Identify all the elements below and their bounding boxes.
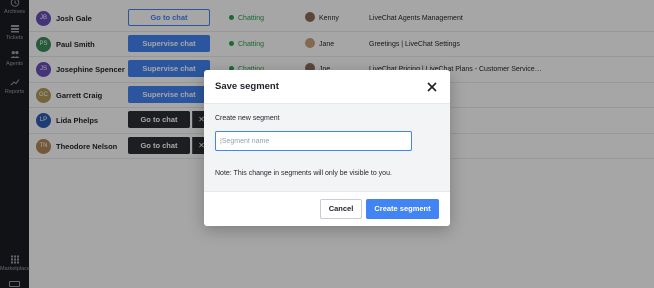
- cancel-button[interactable]: Cancel: [320, 199, 362, 219]
- dialog-title: Save segment: [215, 81, 279, 92]
- dialog-header: Save segment: [204, 70, 450, 104]
- segment-name-input[interactable]: [215, 131, 412, 151]
- create-segment-button[interactable]: Create segment: [366, 199, 439, 219]
- dialog-body: Create new segment Note: This change in …: [204, 104, 450, 192]
- visibility-note: Note: This change in segments will only …: [215, 170, 392, 177]
- segment-name-label: Create new segment: [215, 115, 280, 122]
- close-icon[interactable]: [426, 81, 438, 93]
- save-segment-dialog: Save segment Create new segment Note: Th…: [204, 70, 450, 226]
